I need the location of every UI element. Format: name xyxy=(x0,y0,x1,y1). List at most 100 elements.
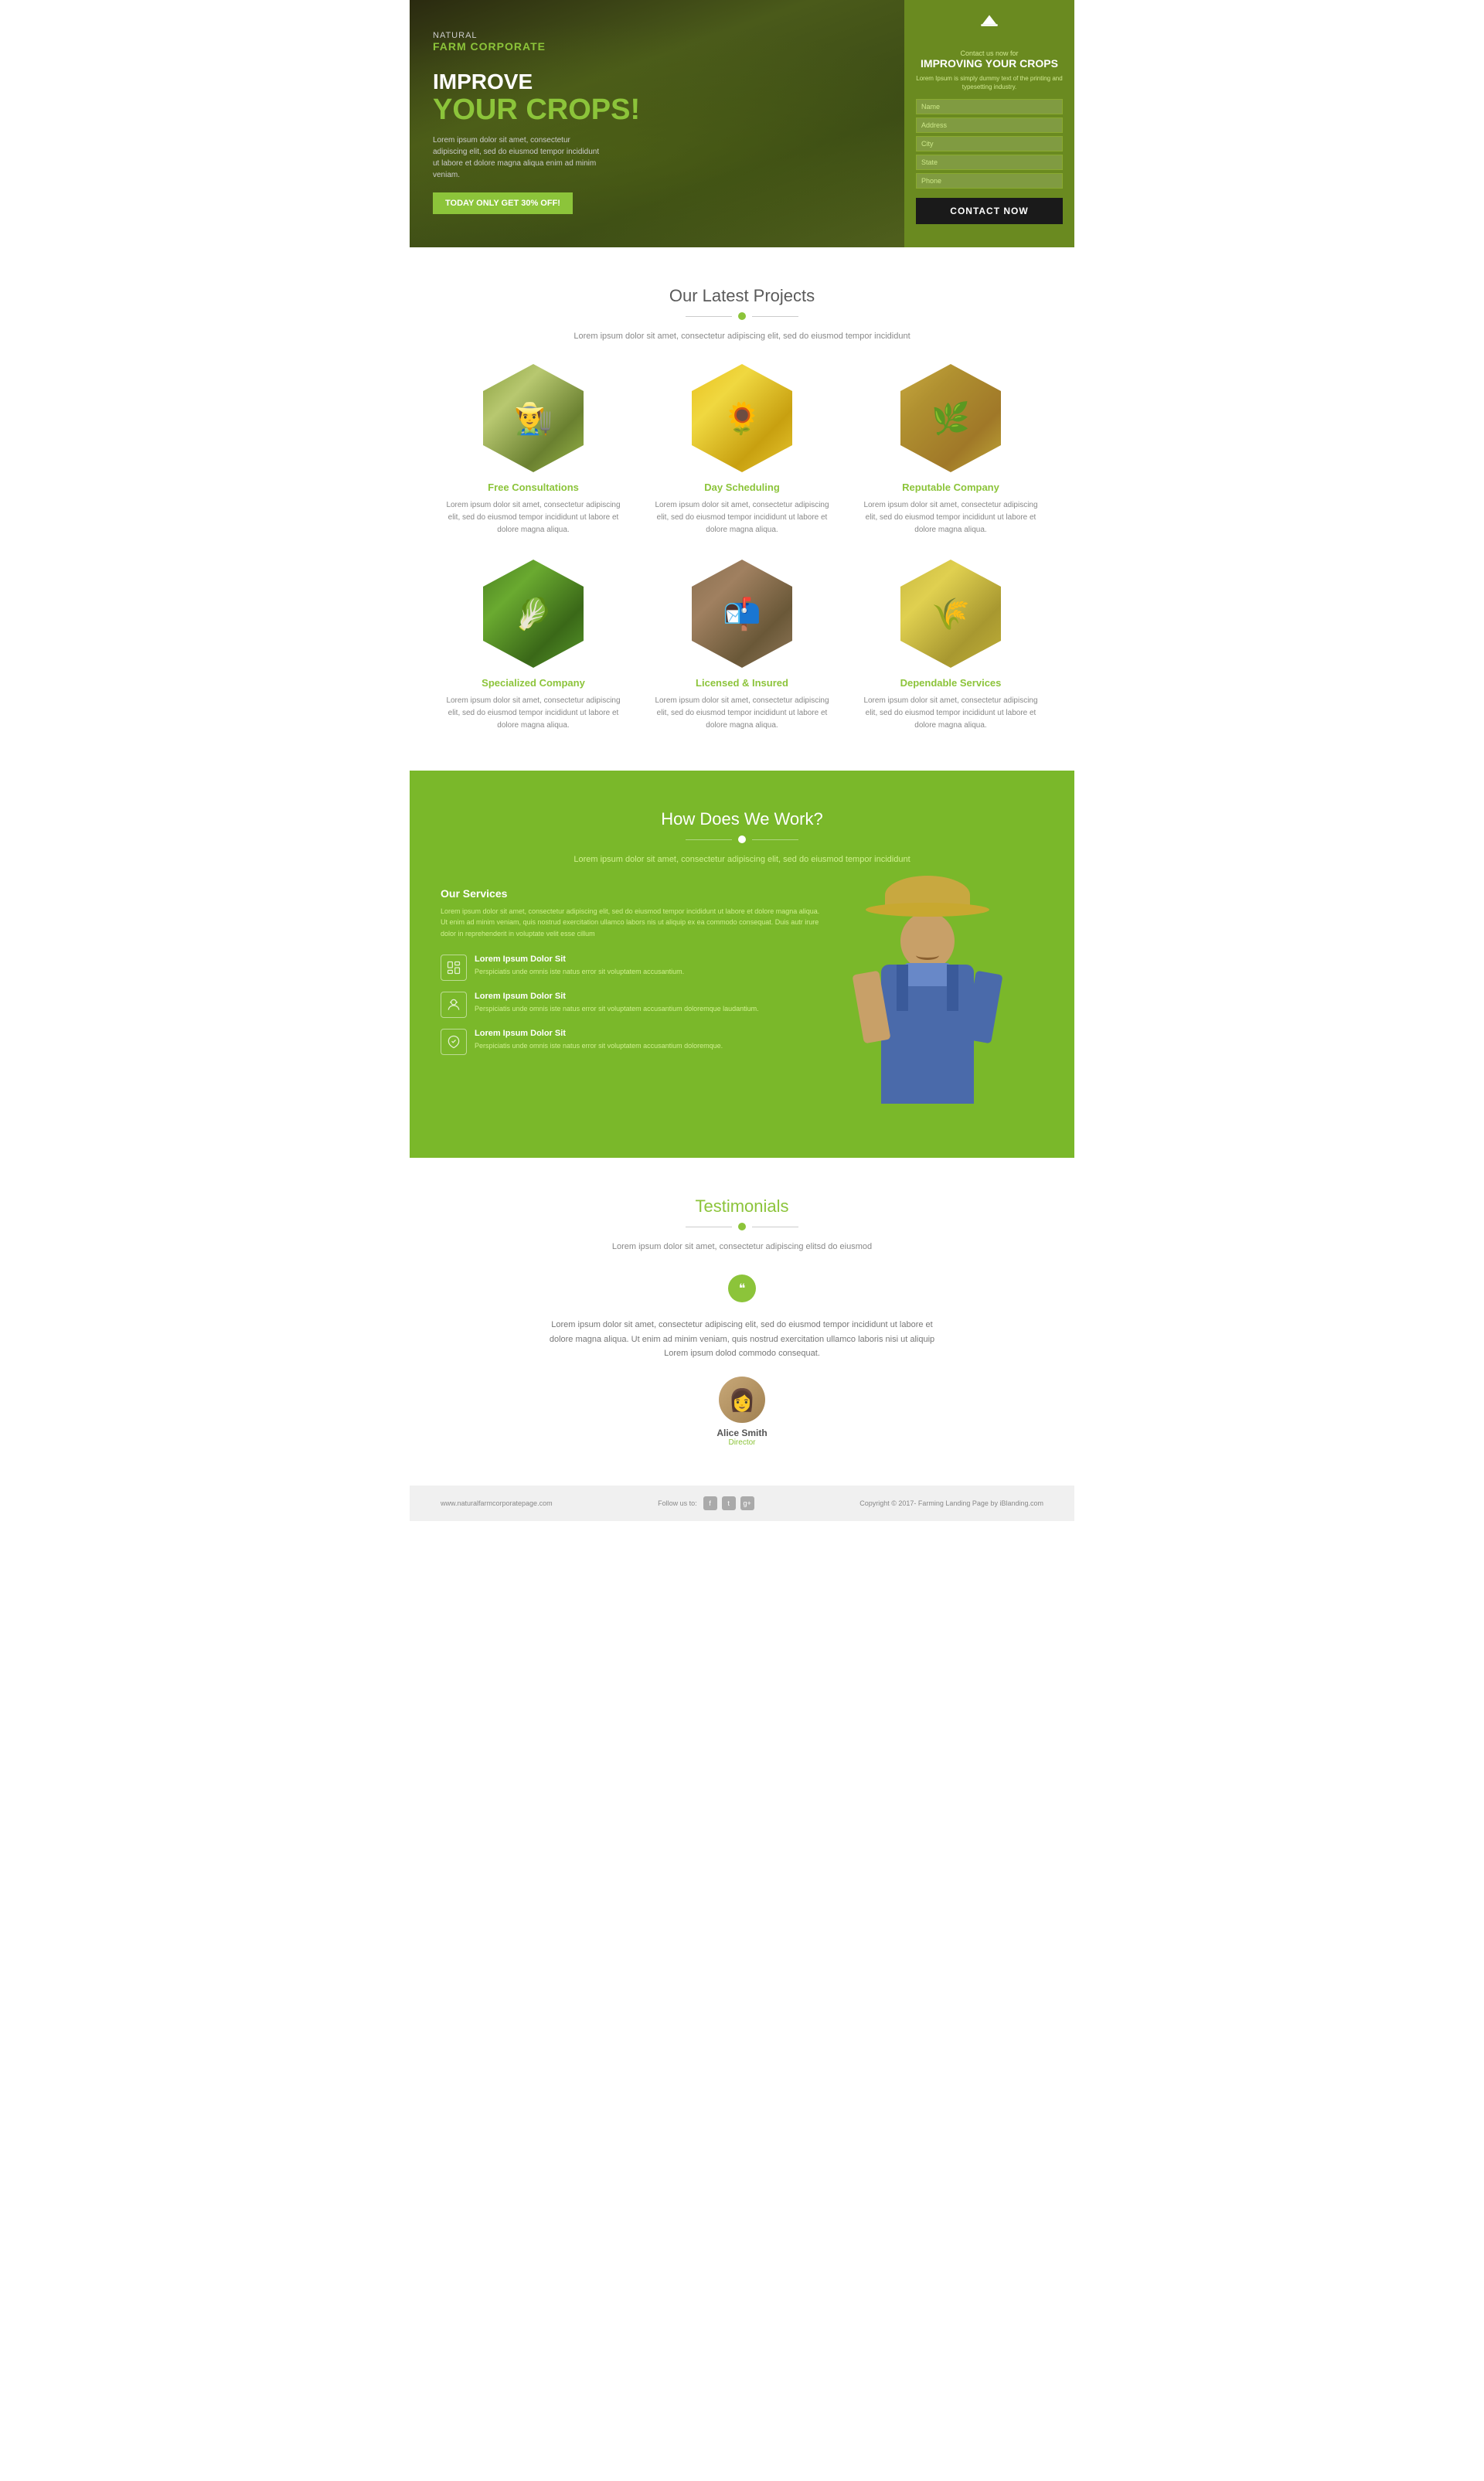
projects-divider xyxy=(441,312,1043,320)
project-desc-2: Lorem ipsum dolor sit amet, consectetur … xyxy=(649,499,835,536)
service-item-3: Lorem Ipsum Dolor Sit Perspiciatis unde … xyxy=(441,1029,827,1055)
how-inner: Our Services Lorem ipsum dolor sit amet,… xyxy=(441,887,1043,1119)
google-plus-icon[interactable]: g+ xyxy=(740,1496,754,1510)
hero-left-panel: NATURAL FARM CORPORATE IMPROVE YOUR CROP… xyxy=(410,0,904,247)
overalls-strap-left xyxy=(897,965,908,1011)
hero-section: NATURAL FARM CORPORATE IMPROVE YOUR CROP… xyxy=(410,0,1074,247)
reviewer-name: Alice Smith xyxy=(716,1428,767,1438)
testimonials-section: Testimonials Lorem ipsum dolor sit amet,… xyxy=(410,1158,1074,1486)
service-title-1: Lorem Ipsum Dolor Sit xyxy=(475,955,684,964)
hexagon-wrap-2: 🌻 xyxy=(692,364,792,472)
project-item-4: 🥬 Specialized Company Lorem ipsum dolor … xyxy=(441,560,626,732)
how-divider-dot xyxy=(738,836,746,843)
wheat-icon: 🌾 xyxy=(900,560,1001,668)
contact-form-icon xyxy=(916,12,1063,43)
testimonials-title: Testimonials xyxy=(441,1196,1043,1217)
hexagon-sunflowers: 🌻 xyxy=(692,364,792,472)
service-desc-1: Perspiciatis unde omnis iste natus error… xyxy=(475,968,684,975)
name-input[interactable] xyxy=(916,99,1063,114)
hexagon-wrap-1: 👨‍🌾 xyxy=(483,364,584,472)
hero-improve-text: IMPROVE xyxy=(433,70,881,94)
peas-icon: 🥬 xyxy=(483,560,584,668)
farmer-icon: 👨‍🌾 xyxy=(483,364,584,472)
how-left-panel: Our Services Lorem ipsum dolor sit amet,… xyxy=(441,887,842,1119)
service-text-3: Lorem Ipsum Dolor Sit Perspiciatis unde … xyxy=(475,1029,723,1052)
service-item-2: Lorem Ipsum Dolor Sit Perspiciatis unde … xyxy=(441,992,827,1018)
how-section: How Does We Work? Lorem ipsum dolor sit … xyxy=(410,771,1074,1158)
how-divider xyxy=(441,836,1043,843)
reviewer-avatar: 👩 xyxy=(719,1377,765,1423)
testimonial-quote: Lorem ipsum dolor sit amet, consectetur … xyxy=(549,1318,935,1361)
contact-sub-label: Contact us now for xyxy=(916,49,1063,57)
hexagon-wrap-6: 🌾 xyxy=(900,560,1001,668)
sunflowers-icon: 🌻 xyxy=(692,364,792,472)
project-item-6: 🌾 Dependable Services Lorem ipsum dolor … xyxy=(858,560,1043,732)
social-links: f t g+ xyxy=(703,1496,754,1510)
hero-headline: IMPROVE YOUR CROPS! xyxy=(433,70,881,127)
mailbox-icon: 📬 xyxy=(692,560,792,668)
overalls-strap-right xyxy=(947,965,958,1011)
project-item-2: 🌻 Day Scheduling Lorem ipsum dolor sit a… xyxy=(649,364,835,536)
avatar-emoji: 👩 xyxy=(729,1387,756,1413)
divider-dot xyxy=(738,312,746,320)
project-desc-3: Lorem ipsum dolor sit amet, consectetur … xyxy=(858,499,1043,536)
projects-section: Our Latest Projects Lorem ipsum dolor si… xyxy=(410,247,1074,771)
service-icon-3 xyxy=(441,1029,467,1055)
project-item-3: 🌿 Reputable Company Lorem ipsum dolor si… xyxy=(858,364,1043,536)
state-input[interactable] xyxy=(916,155,1063,170)
hexagon-wheat: 🌾 xyxy=(900,560,1001,668)
hero-crops-text: YOUR CROPS! xyxy=(433,94,881,127)
farmer-figure xyxy=(842,872,1013,1119)
projects-grid: 👨‍🌾 Free Consultations Lorem ipsum dolor… xyxy=(441,364,1043,732)
project-title-3: Reputable Company xyxy=(858,482,1043,493)
address-input[interactable] xyxy=(916,117,1063,133)
project-title-2: Day Scheduling xyxy=(649,482,835,493)
hero-cta-button[interactable]: Today Only Get 30% OFF! xyxy=(433,192,573,214)
service-title-2: Lorem Ipsum Dolor Sit xyxy=(475,992,759,1001)
how-right-panel xyxy=(842,887,1043,1119)
service-title-3: Lorem Ipsum Dolor Sit xyxy=(475,1029,723,1038)
hero-description: Lorem ipsum dolor sit amet, consectetur … xyxy=(433,134,603,181)
facebook-icon[interactable]: f xyxy=(703,1496,717,1510)
services-description: Lorem ipsum dolor sit amet, consectetur … xyxy=(441,906,827,939)
testimonials-divider-dot xyxy=(738,1223,746,1230)
footer-follow-section: Follow us to: f t g+ xyxy=(658,1496,754,1510)
service-desc-3: Perspiciatis unde omnis iste natus error… xyxy=(475,1042,723,1050)
projects-subtitle: Lorem ipsum dolor sit amet, consectetur … xyxy=(441,332,1043,341)
follow-label: Follow us to: xyxy=(658,1499,697,1507)
hero-brand: NATURAL FARM CORPORATE xyxy=(433,31,881,54)
hexagon-farmer: 👨‍🌾 xyxy=(483,364,584,472)
hexagon-wrap-4: 🥬 xyxy=(483,560,584,668)
hexagon-mailbox: 📬 xyxy=(692,560,792,668)
farmer-shirt xyxy=(904,963,951,986)
projects-title: Our Latest Projects xyxy=(441,286,1043,306)
project-item-5: 📬 Licensed & Insured Lorem ipsum dolor s… xyxy=(649,560,835,732)
contact-description: Lorem Ipsum is simply dummy text of the … xyxy=(916,74,1063,91)
project-desc-5: Lorem ipsum dolor sit amet, consectetur … xyxy=(649,695,835,732)
service-icon-1 xyxy=(441,955,467,981)
farmer-smile xyxy=(916,951,939,960)
service-text-2: Lorem Ipsum Dolor Sit Perspiciatis unde … xyxy=(475,992,759,1015)
service-text-1: Lorem Ipsum Dolor Sit Perspiciatis unde … xyxy=(475,955,684,978)
reviewer-role: Director xyxy=(728,1438,755,1447)
twitter-icon[interactable]: t xyxy=(722,1496,736,1510)
hexagon-peas: 🥬 xyxy=(483,560,584,668)
project-desc-4: Lorem ipsum dolor sit amet, consectetur … xyxy=(441,695,626,732)
project-desc-6: Lorem ipsum dolor sit amet, consectetur … xyxy=(858,695,1043,732)
footer: www.naturalfarmcorporatepage.com Follow … xyxy=(410,1486,1074,1521)
contact-now-button[interactable]: CONTACT NOW xyxy=(916,198,1063,224)
footer-copyright: Copyright © 2017- Farming Landing Page b… xyxy=(859,1499,1043,1507)
hexagon-wrap-5: 📬 xyxy=(692,560,792,668)
project-title-5: Licensed & Insured xyxy=(649,677,835,689)
farmer-head xyxy=(900,912,955,970)
city-input[interactable] xyxy=(916,136,1063,151)
testimonials-subtitle: Lorem ipsum dolor sit amet, consectetur … xyxy=(441,1242,1043,1251)
testimonial-reviewer: 👩 Alice Smith Director xyxy=(441,1377,1043,1447)
hexagon-hops: 🌿 xyxy=(900,364,1001,472)
brand-natural: NATURAL xyxy=(433,31,881,40)
phone-input[interactable] xyxy=(916,173,1063,189)
quote-symbol: ❝ xyxy=(739,1281,746,1296)
quote-icon: ❝ xyxy=(728,1275,756,1302)
hops-icon: 🌿 xyxy=(900,364,1001,472)
testimonials-divider xyxy=(441,1223,1043,1230)
